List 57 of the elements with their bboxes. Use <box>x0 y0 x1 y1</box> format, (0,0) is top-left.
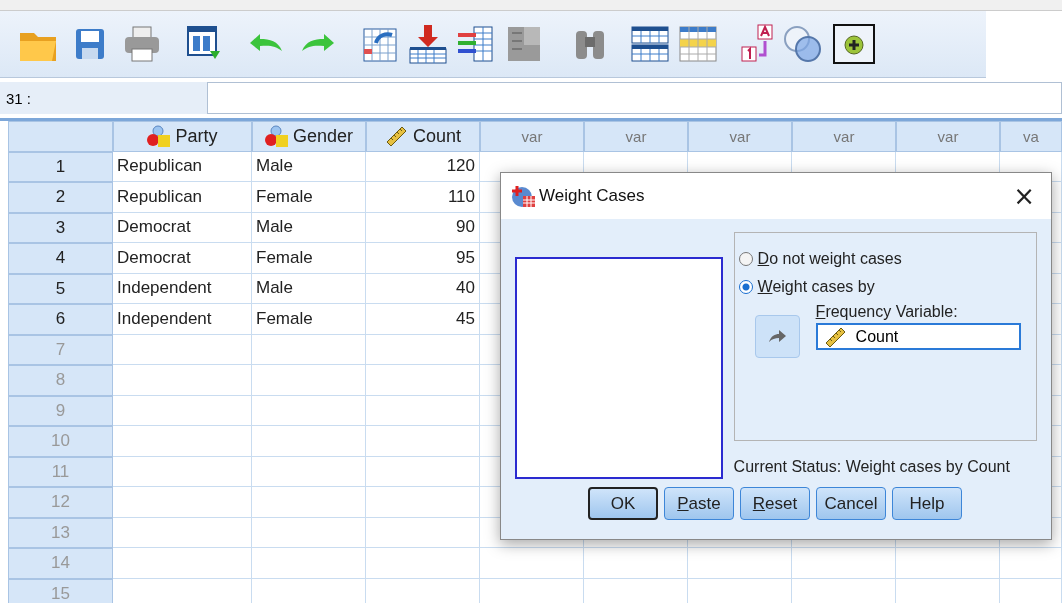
nominal-variable-icon <box>147 125 172 148</box>
status-text: Current Status: Weight cases by Count <box>733 458 1011 476</box>
column-header[interactable]: var <box>792 121 896 152</box>
table-cell: Male <box>252 151 366 182</box>
move-arrow-button[interactable] <box>754 315 800 358</box>
table-cell: Female <box>252 304 366 335</box>
dialog-button[interactable]: Reset <box>740 487 810 520</box>
table-cell: Republican <box>113 182 252 213</box>
table-cell: Male <box>252 212 366 243</box>
dialog-button[interactable]: Paste <box>664 487 734 520</box>
row-number[interactable]: 5 <box>8 273 113 304</box>
table-cell: Independent <box>113 273 252 304</box>
radio-button[interactable] <box>738 280 753 294</box>
table-cell: 95 <box>366 243 480 274</box>
column-header[interactable]: va <box>1000 121 1062 152</box>
field-label: Frequency Variable: <box>815 303 959 321</box>
nominal-variable-icon <box>264 125 289 148</box>
column-header[interactable]: var <box>480 121 584 152</box>
column-header[interactable]: var <box>688 121 792 152</box>
table-cell: 110 <box>366 182 480 213</box>
table-cell: 40 <box>366 273 480 304</box>
row-number[interactable]: 2 <box>8 182 113 213</box>
table-cell: 90 <box>366 212 480 243</box>
row-number[interactable]: 4 <box>8 243 113 274</box>
table-cell: Republican <box>113 151 252 182</box>
dialog-button[interactable]: Cancel <box>816 487 886 520</box>
table-cell: Female <box>252 243 366 274</box>
variable-list[interactable] <box>515 257 723 479</box>
row-number[interactable]: 1 <box>8 151 113 182</box>
row-number[interactable]: 3 <box>8 212 113 243</box>
add-icon[interactable] <box>832 21 876 67</box>
column-header[interactable]: Count <box>366 121 480 152</box>
table-cell: 120 <box>366 151 480 182</box>
table-cell: 45 <box>366 304 480 335</box>
weight-cases-icon <box>511 184 537 208</box>
cell-reference: 31 : <box>6 89 32 107</box>
frequency-variable-field[interactable]: Count <box>815 323 1021 350</box>
column-header[interactable]: Party <box>113 121 252 152</box>
dialog-button[interactable]: OK <box>588 487 658 520</box>
row-number[interactable]: 6 <box>8 304 113 335</box>
radio-option[interactable]: Weight cases by <box>738 273 1032 301</box>
ruler-icon <box>384 125 409 148</box>
dialog-button[interactable]: Help <box>892 487 962 520</box>
column-header[interactable]: Gender <box>252 121 366 152</box>
close-button[interactable]: × <box>1009 181 1039 211</box>
ruler-icon <box>823 325 848 348</box>
radio-button[interactable] <box>738 252 753 266</box>
dialog-title: Weight Cases <box>539 186 645 206</box>
table-cell: Male <box>252 273 366 304</box>
cell-value-field[interactable] <box>207 82 1062 114</box>
column-header[interactable]: var <box>584 121 688 152</box>
radio-option[interactable]: Do not weight cases <box>738 245 1032 273</box>
table-cell: Democrat <box>113 212 252 243</box>
table-cell: Democrat <box>113 243 252 274</box>
column-header[interactable]: var <box>896 121 1000 152</box>
table-cell: Independent <box>113 304 252 335</box>
table-cell: Female <box>252 182 366 213</box>
